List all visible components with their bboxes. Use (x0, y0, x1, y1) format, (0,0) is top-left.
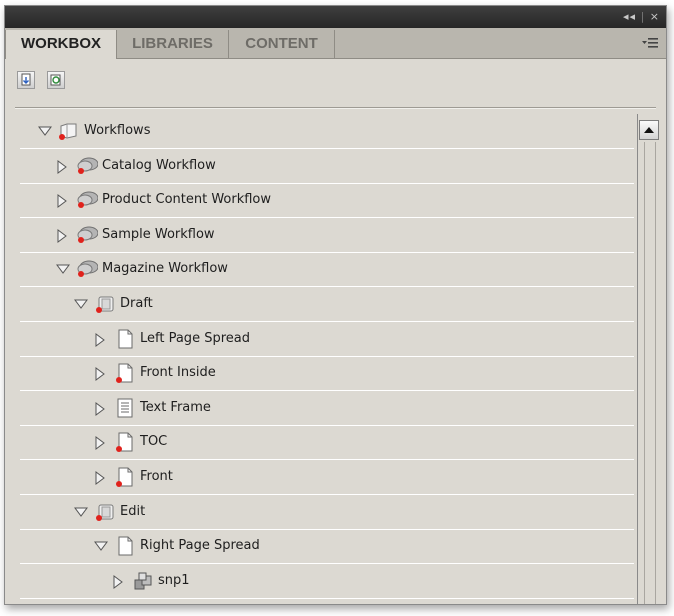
tree-row-label: Draft (120, 296, 153, 311)
collapsed-arrow-icon[interactable] (56, 160, 68, 174)
tree-scrollbar[interactable] (637, 114, 660, 604)
tree-row-label: Front (140, 469, 173, 484)
close-panel-icon[interactable]: × (650, 10, 660, 23)
tree-row-label: Product Content Workflow (102, 192, 272, 207)
collapse-panel-icon[interactable]: ◂◂ (623, 10, 636, 23)
collapsed-arrow-icon[interactable] (56, 194, 68, 208)
scroll-up-button[interactable] (639, 120, 659, 140)
tree-row-label: Sample Workflow (102, 227, 215, 242)
tree-row[interactable]: Draft (20, 287, 634, 322)
workflow-icon (76, 225, 99, 245)
tree-row[interactable]: Product Content Workflow (20, 183, 634, 218)
panel-menu-icon[interactable] (642, 36, 658, 50)
workflow-icon (76, 259, 99, 279)
tree-row[interactable]: TOC (20, 425, 634, 460)
tree-row[interactable]: Magazine Workflow (20, 252, 634, 287)
collapsed-arrow-icon[interactable] (94, 471, 106, 485)
panel-titlebar: ◂◂ | × (5, 6, 666, 28)
collapsed-arrow-icon[interactable] (112, 575, 124, 589)
tree-row[interactable]: Catalog Workflow (20, 149, 634, 184)
tree-row[interactable]: Workflows (20, 114, 634, 149)
expanded-arrow-icon[interactable] (74, 298, 88, 310)
text-frame-icon (114, 398, 136, 418)
panel-menu-glyph (642, 38, 658, 48)
tab-workbox[interactable]: WORKBOX (5, 30, 117, 59)
page-flagged-icon (114, 467, 136, 487)
tree-row-label: Front Inside (140, 365, 216, 380)
page-icon (114, 536, 136, 556)
collapsed-arrow-icon[interactable] (94, 333, 106, 347)
stage-icon (94, 502, 116, 522)
tree-row-label: snp1 (158, 573, 190, 588)
expanded-arrow-icon[interactable] (94, 540, 108, 552)
tree-row[interactable]: Front Inside (20, 356, 634, 391)
page-flagged-icon (114, 363, 136, 383)
tree-row[interactable]: Front (20, 460, 634, 495)
tree-row-label: Left Page Spread (140, 331, 250, 346)
snippet-icon (132, 571, 154, 591)
workflow-icon (76, 156, 99, 176)
expanded-arrow-icon[interactable] (74, 506, 88, 518)
tree-row-label: Workflows (84, 123, 151, 138)
tree-row[interactable]: Edit (20, 495, 634, 530)
tree-row-label: TOC (140, 434, 168, 449)
workbox-toolbar (5, 59, 666, 109)
scroll-track[interactable] (644, 142, 656, 604)
tab-content[interactable]: CONTENT (229, 30, 335, 58)
expanded-arrow-icon[interactable] (38, 125, 52, 137)
tree-row[interactable]: Sample Workflow (20, 218, 634, 253)
checkout-document-icon (21, 73, 31, 86)
collapsed-arrow-icon[interactable] (94, 402, 106, 416)
collapsed-arrow-icon[interactable] (56, 229, 68, 243)
tree-row-label: Right Page Spread (140, 538, 260, 553)
workbox-tree: Workflows Catalog Workflow Product Content… (20, 114, 634, 604)
stage-icon (94, 294, 116, 314)
toolbar-divider (15, 107, 656, 109)
expanded-arrow-icon[interactable] (56, 263, 70, 275)
workflow-icon (76, 190, 99, 210)
panel-window-controls: ◂◂ | × (623, 10, 660, 23)
tab-libraries[interactable]: LIBRARIES (117, 30, 229, 58)
tree-row[interactable]: Text Frame (20, 391, 634, 426)
collapsed-arrow-icon[interactable] (94, 367, 106, 381)
workflow-root-icon (58, 121, 80, 141)
tree-row[interactable]: Right Page Spread (20, 529, 634, 564)
tree-row-label: Catalog Workflow (102, 158, 216, 173)
tree-row-label: Magazine Workflow (102, 261, 228, 276)
tree-row[interactable]: Left Page Spread (20, 322, 634, 357)
page-flagged-icon (114, 432, 136, 452)
panel-tabbar: WORKBOX LIBRARIES CONTENT (5, 28, 666, 59)
tree-row-label: Text Frame (140, 400, 211, 415)
workbox-panel: ◂◂ | × WORKBOX LIBRARIES CONTENT Workflo… (4, 5, 667, 605)
collapsed-arrow-icon[interactable] (94, 436, 106, 450)
checkout-document-button[interactable] (17, 71, 35, 89)
page-icon (114, 329, 136, 349)
tree-row-label: Edit (120, 504, 146, 519)
refresh-document-icon (50, 74, 61, 86)
refresh-document-button[interactable] (47, 71, 65, 89)
tree-row[interactable]: snp1 (20, 564, 634, 599)
